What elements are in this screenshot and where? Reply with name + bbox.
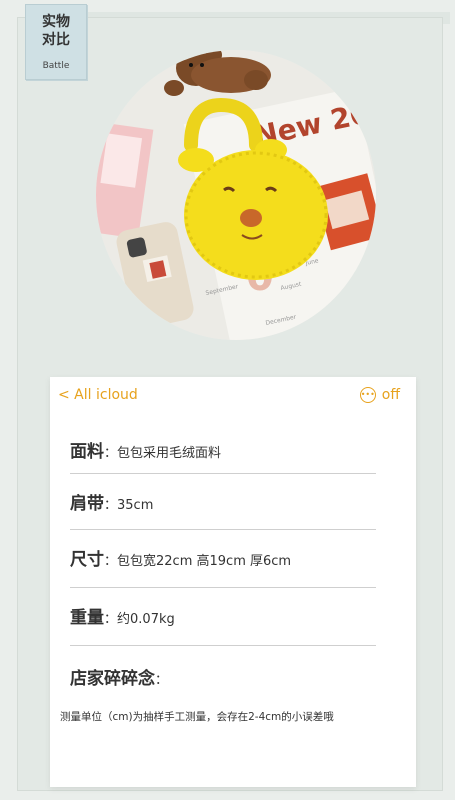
spec-fabric: 面料：包包采用毛绒面料 (70, 442, 222, 462)
comparison-tag: 实物 对比 Battle (25, 4, 87, 80)
spec-value: 包包宽22cm 高19cm 厚6cm (117, 554, 292, 569)
tag-subtitle: Battle (42, 61, 70, 71)
off-label[interactable]: off (382, 387, 400, 403)
divider (70, 529, 376, 530)
divider (70, 473, 376, 474)
spec-card: < All icloud ••• off 面料：包包采用毛绒面料 肩带：35cm… (50, 377, 416, 787)
back-link[interactable]: < All icloud (58, 387, 138, 403)
spec-key: 尺寸 (70, 550, 104, 570)
tag-title: 实物 对比 (42, 14, 70, 48)
more-options-icon[interactable]: ••• (359, 387, 376, 403)
measurement-note: 测量单位（cm)为抽样手工测量，会存在2-4cm的小误差哦 (60, 711, 334, 723)
spec-key: 店家碎碎念 (70, 669, 155, 689)
spec-value: 约0.07kg (117, 612, 175, 627)
spec-strap: 肩带：35cm (70, 494, 154, 514)
spec-value: 包包采用毛绒面料 (117, 446, 222, 461)
spec-notes: 店家碎碎念： (70, 669, 169, 689)
product-photo: New 200 June August December September 0 (96, 50, 376, 340)
header-right: ••• off (359, 387, 400, 403)
divider (70, 645, 376, 646)
spec-weight: 重量：约0.07kg (70, 608, 175, 628)
spec-size: 尺寸：包包宽22cm 高19cm 厚6cm (70, 550, 292, 570)
spec-key: 面料 (70, 442, 104, 462)
product-illustration: New 200 June August December September 0 (96, 50, 376, 340)
spec-key: 重量 (70, 608, 104, 628)
divider (70, 587, 376, 588)
spec-value: 35cm (117, 498, 154, 513)
spec-key: 肩带 (70, 494, 104, 514)
